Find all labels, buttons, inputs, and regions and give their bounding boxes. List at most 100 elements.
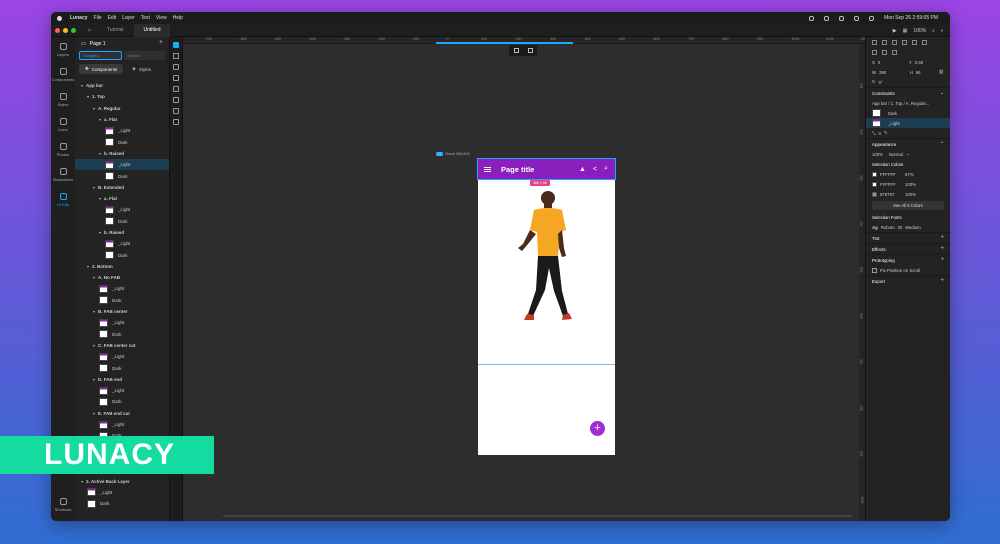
menu-text[interactable]: Text [141,15,150,21]
menu-file[interactable]: File [94,15,102,21]
add-icon[interactable]: + [940,246,944,252]
rail-item-components[interactable]: Components [51,62,75,87]
layer-row[interactable]: ▾ 2. Bottom [75,261,169,272]
select-tool-icon[interactable] [173,42,179,48]
align-center-icon[interactable] [882,39,887,45]
menu-view[interactable]: View [156,15,167,21]
chevron-down-icon[interactable]: ▾ [93,343,95,348]
zoom-level[interactable]: 100% [913,28,926,34]
chevron-down-icon[interactable]: ⌄ [940,90,944,96]
variant-dark[interactable]: Dark [866,108,950,118]
tab-components[interactable]: ✥ Components [79,64,124,74]
rail-item-styles[interactable]: Styles [51,87,75,112]
chevron-down-icon[interactable]: ▾ [87,94,89,99]
menu-layer[interactable]: Layer [122,15,135,21]
component-icon[interactable] [527,48,533,53]
fab-button[interactable]: + [590,421,605,436]
home-icon[interactable]: ⌂ [88,27,91,33]
library-select[interactable]: Google U [79,51,122,60]
layer-row[interactable]: ▾ B. Extended [75,182,169,193]
edit-icon[interactable]: ✎ [884,130,888,136]
play-icon[interactable]: ▶ [893,28,897,34]
layer-row[interactable]: ▾ A. Regular [75,103,169,114]
close-window-icon[interactable] [55,27,60,33]
artboard[interactable]: Page title ▲ < ⌕ 360 × 56 + [477,158,616,455]
minimize-window-icon[interactable] [63,27,68,33]
apple-icon[interactable] [57,15,62,21]
layer-row[interactable]: Dark [75,170,169,181]
layer-row[interactable]: ▾ B. FAB center [75,306,169,317]
share-icon[interactable]: < [593,166,597,173]
theme-icon[interactable]: ◐ [941,28,944,34]
wifi-icon[interactable] [854,15,860,21]
opacity-field[interactable]: 100% [872,152,886,157]
layer-row[interactable]: ▾ b. Raised [75,148,169,159]
tab-untitled[interactable]: Untitled [133,23,171,37]
export-header[interactable]: Export + [866,275,950,286]
maximize-window-icon[interactable] [71,27,76,33]
tidy-icon[interactable] [892,49,897,55]
layer-row[interactable]: _Light [75,238,169,249]
chevron-down-icon[interactable]: ⌄ [906,151,910,157]
search-icon[interactable]: ⌕ [932,28,935,34]
add-page-icon[interactable]: + [159,39,163,46]
rectangle-tool-icon[interactable] [173,64,179,70]
add-icon[interactable]: + [940,235,944,241]
layer-row[interactable]: ▾ E. FAB end cut [75,408,169,419]
image-tool-icon[interactable] [173,97,179,103]
variant-light[interactable]: _Light [866,118,950,128]
layer-row[interactable]: _Light [75,487,169,498]
rail-item-shortcuts[interactable]: Shortcuts [51,492,75,517]
chevron-down-icon[interactable]: ▾ [93,377,95,382]
chevron-down-icon[interactable]: ▾ [99,196,101,201]
layer-row[interactable]: Dark [75,249,169,260]
layer-row[interactable]: _Light [75,385,169,396]
layer-row[interactable]: Dark [75,295,169,306]
status-icon[interactable] [809,15,815,21]
rail-item-icons[interactable]: Icons [51,112,75,137]
status-icon[interactable] [824,15,830,21]
color-swatch[interactable] [872,191,877,197]
appearance-header[interactable]: Appearance ⌃ [866,138,950,149]
tint-header[interactable]: Tint + [866,232,950,243]
menu-icon[interactable] [484,166,491,172]
component-path[interactable]: App bar / 1. Top / A. Regular... [866,98,950,108]
resize-icon[interactable]: ⤡ [872,131,875,136]
layer-row[interactable]: ▾ b. Raised [75,227,169,238]
layer-row[interactable]: Dark [75,498,169,509]
layer-row[interactable]: ▾ a. Flat [75,193,169,204]
chevron-down-icon[interactable]: ▾ [99,151,101,156]
tab-tutorial[interactable]: Tutorial [97,24,134,37]
chevron-down-icon[interactable]: ▾ [93,411,95,416]
horizontal-scrollbar[interactable] [223,515,853,517]
component-tool-icon[interactable] [173,108,179,114]
color-swatch[interactable] [872,181,877,187]
color-row[interactable]: FFFFFF 100% [866,179,950,189]
grid-tool-icon[interactable] [173,119,179,125]
chevron-down-icon[interactable]: ▾ [93,185,95,190]
color-swatch[interactable] [872,171,877,177]
color-row[interactable]: 979797 100% [866,189,950,199]
layer-row[interactable]: ▾ 2. Active Back Layer [75,475,169,486]
layer-row[interactable]: ▾ A. No FAB [75,272,169,283]
text-tool-icon[interactable] [173,75,179,81]
battery-icon[interactable] [869,15,875,21]
see-all-colors-button[interactable]: See All 8 Colors [872,201,944,210]
align-middle-icon[interactable] [912,39,917,45]
rotation-field[interactable]: 0° [879,80,883,85]
layer-row[interactable]: _Light [75,159,169,171]
chevron-down-icon[interactable]: ▾ [87,264,89,269]
y-field[interactable]: 0.59 [915,60,923,65]
color-row[interactable]: FFFFFF 87% [866,169,950,179]
link-icon[interactable]: ⛓ [939,69,944,75]
distribute-v-icon[interactable] [882,49,887,55]
rail-item-layers[interactable]: Layers [51,37,75,62]
fix-position-checkbox[interactable] [872,267,877,273]
layer-row[interactable]: ▾ 1. Top [75,91,169,102]
layer-row[interactable]: _Light [75,419,169,430]
layer-row[interactable]: ▾ a. Flat [75,114,169,125]
ratio-field[interactable]: 0 [878,131,880,136]
distribute-icon[interactable] [513,48,519,53]
effects-header[interactable]: Effects + [866,243,950,254]
frame-tool-icon[interactable] [173,53,179,59]
